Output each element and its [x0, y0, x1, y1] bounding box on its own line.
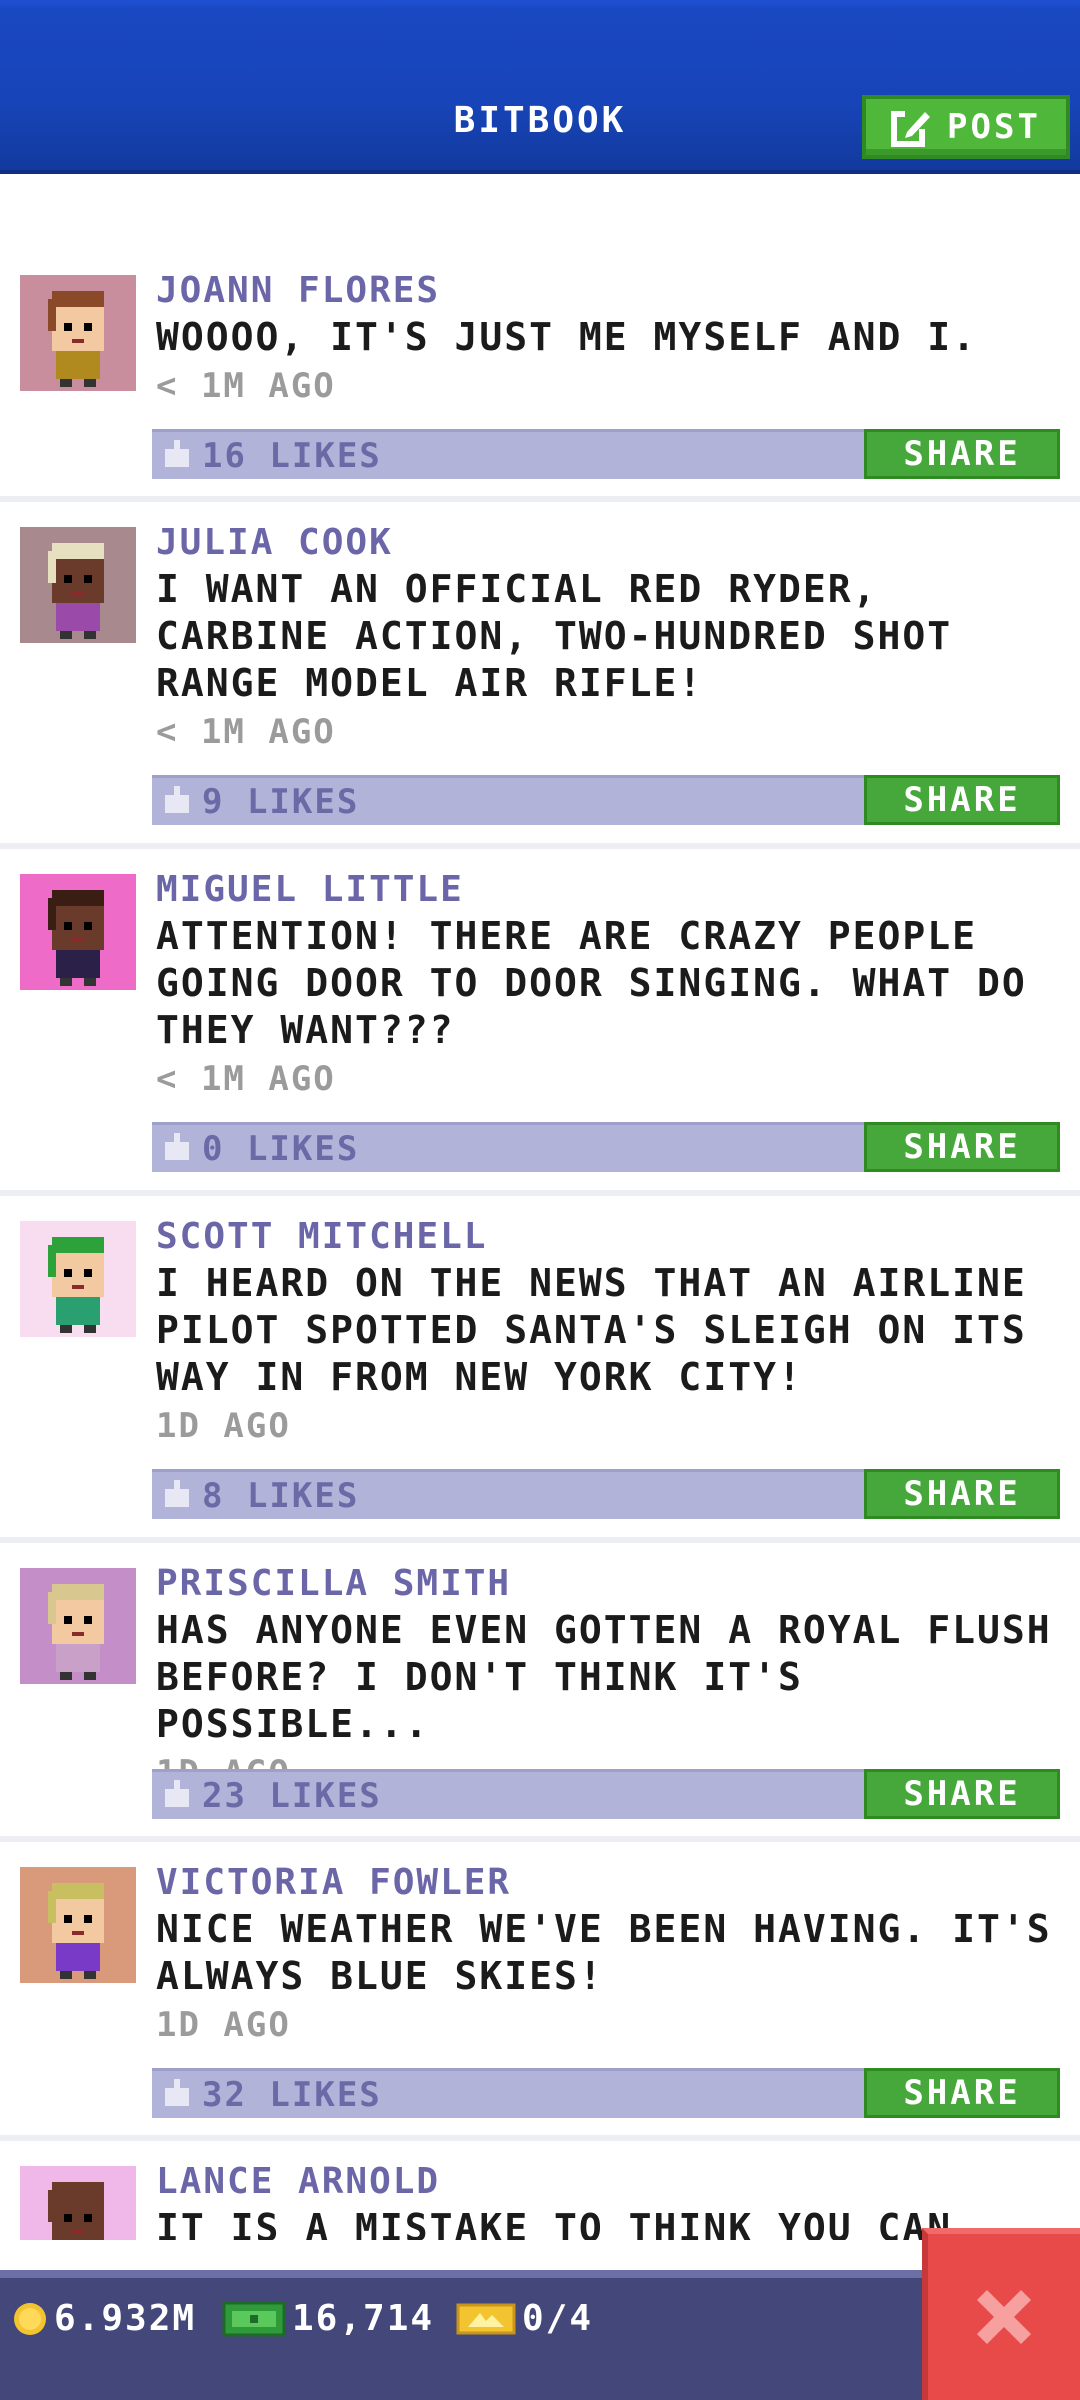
- post-author[interactable]: JOANN FLORES: [156, 270, 440, 311]
- post-message: HAS ANYONE EVEN GOTTEN A ROYAL FLUSH BEF…: [156, 1608, 1052, 1746]
- thumbs-up-icon[interactable]: [162, 440, 192, 470]
- share-button[interactable]: SHARE: [864, 1769, 1060, 1819]
- close-icon: [977, 2290, 1031, 2344]
- like-count: 23 LIKES: [202, 1776, 382, 1816]
- post-timestamp: < 1M AGO: [156, 1059, 336, 1099]
- edit-icon: [891, 109, 931, 147]
- like-count: 8 LIKES: [202, 1476, 360, 1516]
- like-count: 32 LIKES: [202, 2075, 382, 2115]
- post-message: NICE WEATHER WE'VE BEEN HAVING. IT'S ALW…: [156, 1907, 1052, 1998]
- post-author[interactable]: VICTORIA FOWLER: [156, 1862, 511, 1903]
- coin-icon: [14, 2302, 46, 2335]
- close-button[interactable]: [922, 2228, 1080, 2400]
- share-button[interactable]: SHARE: [864, 1469, 1060, 1519]
- post-text-block: I HEARD ON THE NEWS THAT AN AIRLINE PILO…: [156, 1260, 1062, 1450]
- feed-post: JULIA COOK I WANT AN OFFICIAL RED RYDER, …: [0, 502, 1080, 849]
- thumbs-up-icon[interactable]: [162, 1480, 192, 1510]
- post-text-block: ATTENTION! THERE ARE CRAZY PEOPLE GOING …: [156, 913, 1062, 1103]
- like-count: 0 LIKES: [202, 1129, 360, 1169]
- share-button[interactable]: SHARE: [864, 775, 1060, 825]
- post-message: I HEARD ON THE NEWS THAT AN AIRLINE PILO…: [156, 1261, 1027, 1399]
- post-author[interactable]: SCOTT MITCHELL: [156, 1216, 487, 1257]
- tickets-value: 0/4: [522, 2298, 594, 2339]
- feed-post: SCOTT MITCHELL I HEARD ON THE NEWS THAT A…: [0, 1196, 1080, 1543]
- feed-post: VICTORIA FOWLER NICE WEATHER WE'VE BEEN H…: [0, 1842, 1080, 2141]
- post-button-label: POST: [947, 107, 1041, 147]
- avatar[interactable]: [20, 874, 136, 990]
- post-text-block: I WANT AN OFFICIAL RED RYDER, CARBINE AC…: [156, 566, 1062, 756]
- avatar[interactable]: [20, 275, 136, 391]
- avatar[interactable]: [20, 2166, 136, 2240]
- news-feed[interactable]: JOANN FLORES WOOOO, IT'S JUST ME MYSELF A…: [0, 250, 1080, 2240]
- post-timestamp: < 1M AGO: [156, 712, 336, 752]
- thumbs-up-icon[interactable]: [162, 1780, 192, 1810]
- post-message: ATTENTION! THERE ARE CRAZY PEOPLE GOING …: [156, 914, 1027, 1052]
- feed-post: JOANN FLORES WOOOO, IT'S JUST ME MYSELF A…: [0, 250, 1080, 502]
- ticket-icon: [456, 2303, 516, 2334]
- thumbs-up-icon[interactable]: [162, 786, 192, 816]
- feed-post: MIGUEL LITTLE ATTENTION! THERE ARE CRAZY …: [0, 849, 1080, 1196]
- feed-post: PRISCILLA SMITH HAS ANYONE EVEN GOTTEN A …: [0, 1543, 1080, 1842]
- cash-icon: [222, 2301, 286, 2336]
- like-count: 9 LIKES: [202, 782, 360, 822]
- like-bar: 23 LIKES SHARE: [152, 1769, 1060, 1819]
- post-button[interactable]: POST: [862, 95, 1070, 159]
- share-button[interactable]: SHARE: [864, 2068, 1060, 2118]
- post-author[interactable]: JULIA COOK: [156, 522, 393, 563]
- like-bar: 9 LIKES SHARE: [152, 775, 1060, 825]
- app-header: BITBOOK POST: [0, 0, 1080, 174]
- post-author[interactable]: MIGUEL LITTLE: [156, 869, 464, 910]
- thumbs-up-icon[interactable]: [162, 2079, 192, 2109]
- cash-stat: 16,714: [222, 2298, 434, 2339]
- post-timestamp: < 1M AGO: [156, 366, 336, 406]
- post-author[interactable]: PRISCILLA SMITH: [156, 1563, 511, 1604]
- avatar[interactable]: [20, 1867, 136, 1983]
- coins-stat: 6.932M: [12, 2298, 196, 2339]
- feed-post: LANCE ARNOLD IT IS A MISTAKE TO THINK YOU…: [0, 2141, 1080, 2240]
- avatar[interactable]: [20, 1221, 136, 1337]
- like-count: 16 LIKES: [202, 436, 382, 476]
- coins-value: 6.932M: [54, 2298, 197, 2339]
- avatar[interactable]: [20, 527, 136, 643]
- post-message: I WANT AN OFFICIAL RED RYDER, CARBINE AC…: [156, 567, 953, 705]
- avatar[interactable]: [20, 1568, 136, 1684]
- like-bar: 16 LIKES SHARE: [152, 429, 1060, 479]
- post-message: WOOOO, IT'S JUST ME MYSELF AND I.: [156, 315, 977, 359]
- post-text-block: NICE WEATHER WE'VE BEEN HAVING. IT'S ALW…: [156, 1906, 1062, 2049]
- status-bar: 6.932M 16,714 0/4: [0, 2270, 1080, 2400]
- thumbs-up-icon[interactable]: [162, 1133, 192, 1163]
- share-button[interactable]: SHARE: [864, 1122, 1060, 1172]
- post-author[interactable]: LANCE ARNOLD: [156, 2161, 440, 2202]
- like-bar: 8 LIKES SHARE: [152, 1469, 1060, 1519]
- post-timestamp: 1D AGO: [156, 2005, 291, 2045]
- cash-value: 16,714: [292, 2298, 435, 2339]
- like-bar: 0 LIKES SHARE: [152, 1122, 1060, 1172]
- like-bar: 32 LIKES SHARE: [152, 2068, 1060, 2118]
- tickets-stat: 0/4: [456, 2298, 593, 2339]
- share-button[interactable]: SHARE: [864, 429, 1060, 479]
- post-timestamp: 1D AGO: [156, 1406, 291, 1446]
- post-text-block: WOOOO, IT'S JUST ME MYSELF AND I. < 1M AG…: [156, 314, 1062, 410]
